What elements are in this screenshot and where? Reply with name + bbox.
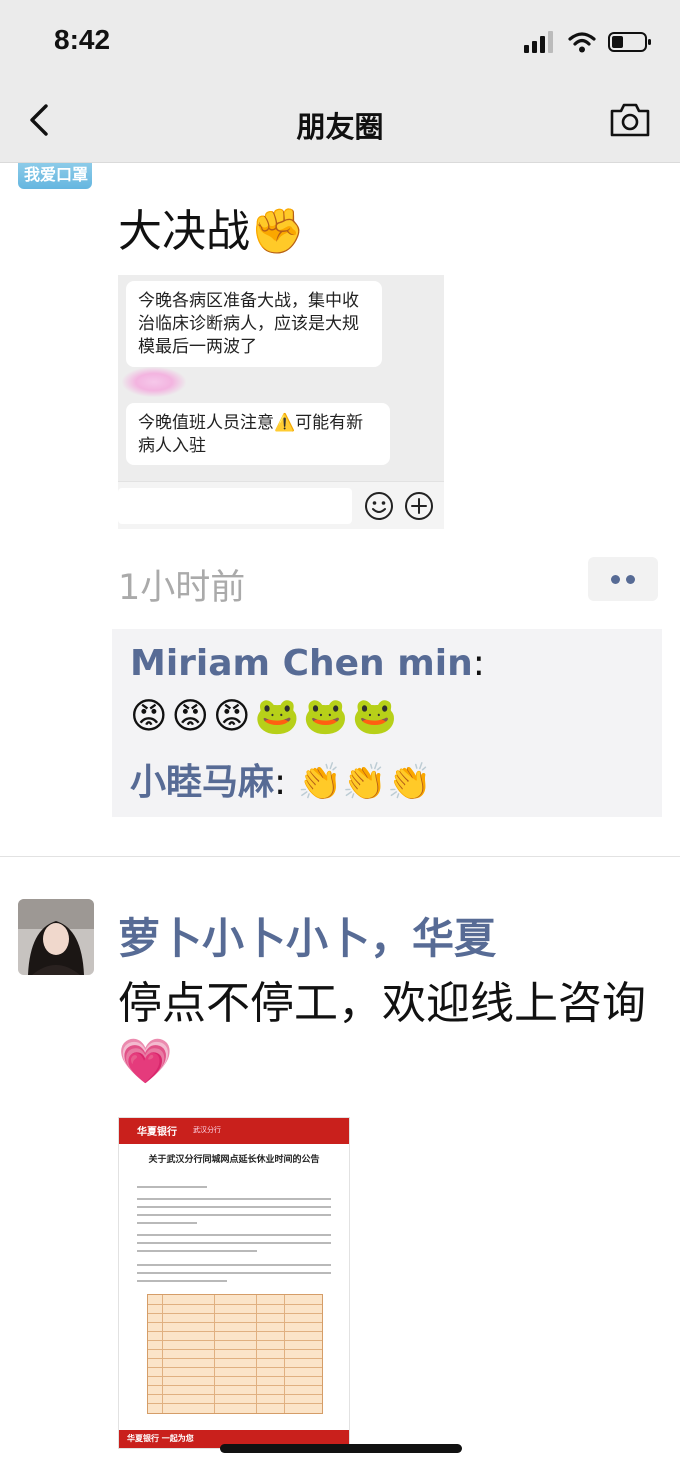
comment-line[interactable]: 小睦马麻: 👏👏👏 — [130, 753, 432, 805]
emoji-icon — [365, 492, 393, 520]
chat-input-bar — [118, 481, 444, 529]
wifi-icon — [568, 32, 596, 53]
signal-icon — [524, 31, 553, 53]
avatar-photo — [18, 899, 94, 975]
comment-text: 👏👏👏 — [297, 762, 433, 803]
home-indicator[interactable] — [220, 1444, 462, 1453]
comment-author[interactable]: 小睦马麻 — [130, 762, 274, 803]
chat-bubble: 今晚值班人员注意⚠️可能有新病人入驻 — [126, 403, 390, 465]
comment-text: 😡😡😡🐸🐸🐸 — [130, 696, 402, 737]
notice-footer-text: 华夏银行 一起为您 — [127, 1434, 194, 1443]
post-author-name[interactable]: 萝卜小卜小卜，华夏 — [118, 905, 496, 966]
status-bar: 8:42 — [0, 0, 680, 80]
notice-branch: 武汉分行 — [193, 1126, 221, 1134]
page-title: 朋友圈 — [296, 110, 384, 144]
notice-title: 关于武汉分行同城网点延长休业时间的公告 — [148, 1155, 320, 1165]
avatar-label: 我爱口罩 — [24, 165, 89, 184]
status-icons — [524, 30, 652, 54]
avatar[interactable]: 我爱口罩 — [18, 163, 92, 189]
chat-bubble: 今晚各病区准备大战，集中收治临床诊断病人，应该是大规模最后一两波了 — [126, 281, 382, 367]
post-image[interactable]: 华夏银行 武汉分行 关于武汉分行同城网点延长休业时间的公告 华夏银行 一起为您 — [118, 1117, 350, 1449]
post-text: 大决战✊ — [118, 206, 305, 257]
comment-button[interactable] — [588, 557, 658, 601]
nav-bar: 朋友圈 — [0, 80, 680, 163]
post-time: 1小时前 — [118, 568, 246, 608]
status-time: 8:42 — [54, 24, 111, 55]
dot-icon — [626, 575, 635, 584]
post-image[interactable]: 今晚各病区准备大战，集中收治临床诊断病人，应该是大规模最后一两波了 今晚值班人员… — [118, 275, 444, 529]
dot-icon — [611, 575, 620, 584]
post-divider — [0, 856, 680, 857]
comment-line[interactable]: Miriam Chen min: — [130, 643, 485, 684]
plus-icon — [405, 492, 433, 520]
post-text: 停点不停工，欢迎线上咨询💗 — [118, 978, 646, 1087]
notice-brand: 华夏银行 — [137, 1127, 177, 1138]
notice-table — [147, 1294, 323, 1414]
battery-icon — [608, 32, 651, 52]
avatar[interactable] — [18, 899, 94, 975]
camera-icon[interactable] — [608, 102, 652, 138]
chat-input — [118, 488, 352, 524]
moments-feed[interactable]: 我爱口罩 大决战✊ 今晚各病区准备大战，集中收治临床诊断病人，应该是大规模最后一… — [0, 163, 680, 1472]
comment-author[interactable]: Miriam Chen min — [130, 643, 473, 684]
comments-box: Miriam Chen min: 😡😡😡🐸🐸🐸 小睦马麻: 👏👏👏 — [112, 629, 662, 817]
notice-header: 华夏银行 武汉分行 — [119, 1118, 349, 1144]
blurred-name — [122, 367, 186, 397]
